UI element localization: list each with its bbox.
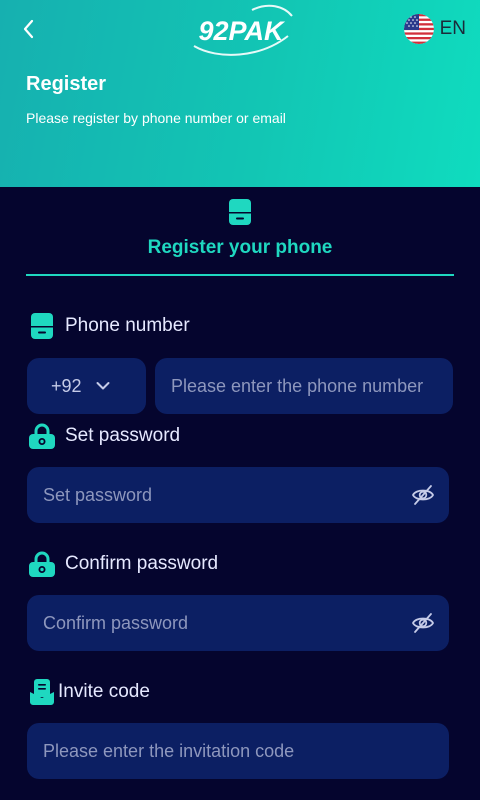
eye-off-icon[interactable]: [411, 484, 435, 506]
language-label: EN: [439, 18, 466, 39]
language-selector[interactable]: EN: [403, 14, 466, 44]
header: 92PAK EN Register Please register by pho…: [0, 0, 480, 187]
confirm-password-input-box: [27, 595, 449, 651]
chevron-left-icon: [23, 19, 34, 39]
invite-code-input[interactable]: [27, 723, 449, 779]
country-code-select[interactable]: +92: [27, 358, 146, 414]
phone-input[interactable]: [155, 358, 453, 414]
lock-icon: [28, 550, 56, 578]
brand-logo-text: 92PAK: [198, 16, 286, 46]
confirm-password-input[interactable]: [27, 595, 449, 651]
password-input-box: [27, 467, 449, 523]
tab-label: Register your phone: [147, 237, 333, 258]
back-button[interactable]: [14, 14, 42, 44]
password-input[interactable]: [27, 467, 449, 523]
brand-logo: 92PAK: [188, 2, 294, 58]
password-label: Set password: [28, 422, 180, 450]
tab-register-phone[interactable]: Register your phone: [26, 187, 454, 276]
confirm-password-label-text: Confirm password: [65, 553, 219, 574]
password-label-text: Set password: [65, 425, 181, 446]
invite-label-text: Invite code: [58, 681, 150, 702]
invite-input-box: [27, 723, 449, 779]
tab-underline: [26, 274, 454, 276]
us-flag-icon: [403, 14, 434, 44]
invite-label: Invite code: [28, 678, 150, 706]
phone-icon: [229, 199, 251, 225]
phone-icon: [28, 312, 56, 340]
lock-icon: [28, 422, 56, 450]
invite-icon: [28, 678, 56, 706]
chevron-down-icon: [96, 382, 110, 390]
eye-off-icon[interactable]: [411, 612, 435, 634]
country-code-value: +92: [51, 375, 82, 396]
confirm-password-label: Confirm password: [28, 550, 218, 578]
page-subtitle: Please register by phone number or email: [26, 110, 286, 126]
phone-label-text: Phone number: [65, 315, 190, 336]
phone-input-box: [155, 358, 453, 414]
phone-label: Phone number: [28, 312, 190, 340]
page-title: Register: [26, 73, 107, 95]
